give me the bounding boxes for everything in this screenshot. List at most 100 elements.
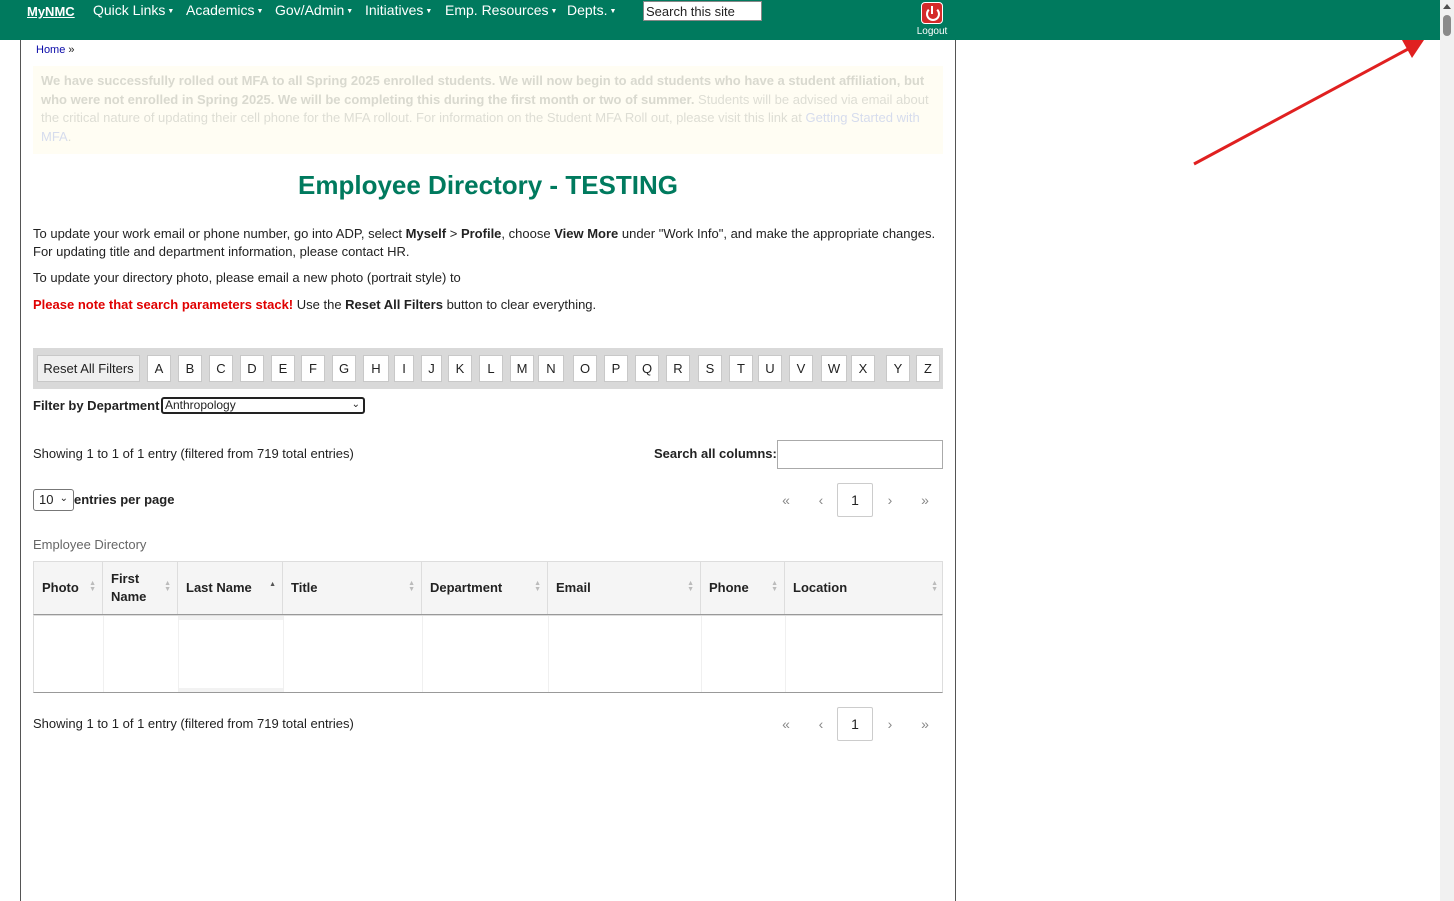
department-filter-select[interactable]: Anthropology ⌄ [161, 397, 365, 414]
breadcrumb-separator: » [68, 44, 75, 56]
page-first-button[interactable]: « [770, 483, 802, 517]
column-divider [422, 616, 423, 692]
sort-arrows-icon: ▲ [269, 581, 276, 588]
column-header-department[interactable]: Department ▲ ▼ [422, 562, 548, 614]
page-1-button[interactable]: 1 [837, 483, 873, 517]
letter-filter-c[interactable]: C [209, 355, 233, 382]
breadcrumb-home[interactable]: Home [36, 44, 65, 56]
table-caption: Employee Directory [33, 537, 147, 552]
sort-arrows-icon: ▲ ▼ [534, 580, 541, 593]
column-header-email[interactable]: Email ▲ ▼ [548, 562, 701, 614]
sorted-column-shade [178, 616, 283, 620]
caret-down-icon: ▼ [167, 7, 175, 15]
filter-stack-note: Please note that search parameters stack… [33, 297, 597, 312]
directory-table-body [33, 615, 943, 693]
column-header-first-name[interactable]: First Name ▲ ▼ [103, 562, 178, 614]
page-last-button[interactable]: » [909, 707, 941, 741]
letter-filter-s[interactable]: S [698, 355, 722, 382]
department-filter-label: Filter by Department [33, 398, 160, 413]
letter-filter-y[interactable]: Y [886, 355, 910, 382]
directory-table-header: Photo ▲ ▼ First Name ▲ ▼ Last Name ▲ Title ▲ ▼ Depa… [33, 561, 943, 615]
letter-filter-d[interactable]: D [240, 355, 264, 382]
site-search-input[interactable] [643, 1, 762, 21]
column-header-label: Last Name [186, 580, 252, 595]
photo-instructions: To update your directory photo, please e… [33, 270, 461, 285]
caret-down-icon: ▼ [550, 7, 558, 15]
letter-filter-p[interactable]: P [604, 355, 628, 382]
letter-filter-u[interactable]: U [758, 355, 782, 382]
letter-filter-b[interactable]: B [178, 355, 202, 382]
letter-filter-l[interactable]: L [479, 355, 503, 382]
entries-per-page-select[interactable]: 10 ⌄ [33, 489, 74, 511]
letter-filter-z[interactable]: Z [916, 355, 940, 382]
breadcrumb: Home » [36, 44, 75, 56]
letter-filter-bar: Reset All Filters ABCDEFGHIJKLMNOPQRSTUV… [33, 348, 943, 389]
column-header-label: Phone [709, 580, 749, 595]
page-next-button[interactable]: › [874, 483, 906, 517]
letter-filter-e[interactable]: E [271, 355, 295, 382]
pagination-top: « ‹ 1 › » [770, 483, 945, 517]
annotation-arrow [1193, 40, 1424, 166]
column-header-phone[interactable]: Phone ▲ ▼ [701, 562, 785, 614]
column-divider [283, 616, 284, 692]
letter-filter-o[interactable]: O [573, 355, 597, 382]
pagination-bottom: « ‹ 1 › » [770, 707, 945, 741]
caret-down-icon: ▼ [425, 7, 433, 15]
caret-down-icon: ▼ [346, 7, 354, 15]
letter-filter-t[interactable]: T [729, 355, 753, 382]
reset-all-filters-button[interactable]: Reset All Filters [37, 355, 140, 382]
notice-end: . [67, 128, 72, 144]
letter-filter-n[interactable]: N [538, 355, 564, 382]
column-header-label: Location [793, 580, 848, 595]
table-info-top: Showing 1 to 1 of 1 entry (filtered from… [33, 446, 354, 461]
nav-gov-admin[interactable]: Gov/Admin ▼ [275, 2, 353, 18]
sort-arrows-icon: ▲ ▼ [89, 580, 96, 593]
sort-arrows-icon: ▲ ▼ [771, 580, 778, 593]
letter-filter-a[interactable]: A [147, 355, 171, 382]
column-divider [785, 616, 786, 692]
page-first-button[interactable]: « [770, 707, 802, 741]
letter-filter-q[interactable]: Q [635, 355, 659, 382]
letter-filter-h[interactable]: H [363, 355, 389, 382]
logout-button[interactable]: Logout [912, 2, 952, 37]
nav-emp-resources[interactable]: Emp. Resources ▼ [445, 2, 557, 18]
page-last-button[interactable]: » [909, 483, 941, 517]
content-frame-left [20, 40, 21, 901]
page-1-button[interactable]: 1 [837, 707, 873, 741]
sorted-column-shade [178, 688, 283, 692]
scroll-thumb[interactable] [1443, 15, 1451, 36]
department-selected-value: Anthropology [165, 398, 236, 412]
caret-down-icon: ▼ [609, 7, 617, 15]
column-divider [103, 616, 104, 692]
entries-value: 10 [39, 492, 54, 507]
nav-depts[interactable]: Depts. ▼ [567, 2, 616, 18]
letter-filter-i[interactable]: I [394, 355, 414, 382]
letter-filter-k[interactable]: K [448, 355, 472, 382]
page-next-button[interactable]: › [874, 707, 906, 741]
letter-filter-f[interactable]: F [301, 355, 325, 382]
column-divider [701, 616, 702, 692]
page-prev-button[interactable]: ‹ [805, 707, 837, 741]
page-prev-button[interactable]: ‹ [805, 483, 837, 517]
letter-filter-m[interactable]: M [510, 355, 534, 382]
column-header-photo[interactable]: Photo ▲ ▼ [34, 562, 103, 614]
nav-initiatives[interactable]: Initiatives ▼ [365, 2, 432, 18]
column-header-title[interactable]: Title ▲ ▼ [283, 562, 422, 614]
letter-filter-v[interactable]: V [789, 355, 813, 382]
nav-academics[interactable]: Academics ▼ [186, 2, 263, 18]
letter-filter-x[interactable]: X [851, 355, 875, 382]
letter-filter-w[interactable]: W [821, 355, 847, 382]
column-header-location[interactable]: Location ▲ ▼ [785, 562, 944, 614]
letter-filter-g[interactable]: G [332, 355, 356, 382]
column-header-label: First Name [111, 571, 147, 604]
page-scrollbar[interactable] [1440, 0, 1454, 901]
letter-filter-j[interactable]: J [421, 355, 442, 382]
nav-quick-links[interactable]: Quick Links ▼ [93, 2, 174, 18]
column-header-label: Photo [42, 580, 79, 595]
letter-filter-r[interactable]: R [666, 355, 690, 382]
arrow-shaft [1193, 46, 1411, 166]
brand-link[interactable]: MyNMC [27, 4, 75, 19]
search-columns-input[interactable] [777, 440, 943, 469]
column-header-last-name[interactable]: Last Name ▲ [178, 562, 283, 614]
scroll-up-icon[interactable] [1443, 4, 1451, 9]
